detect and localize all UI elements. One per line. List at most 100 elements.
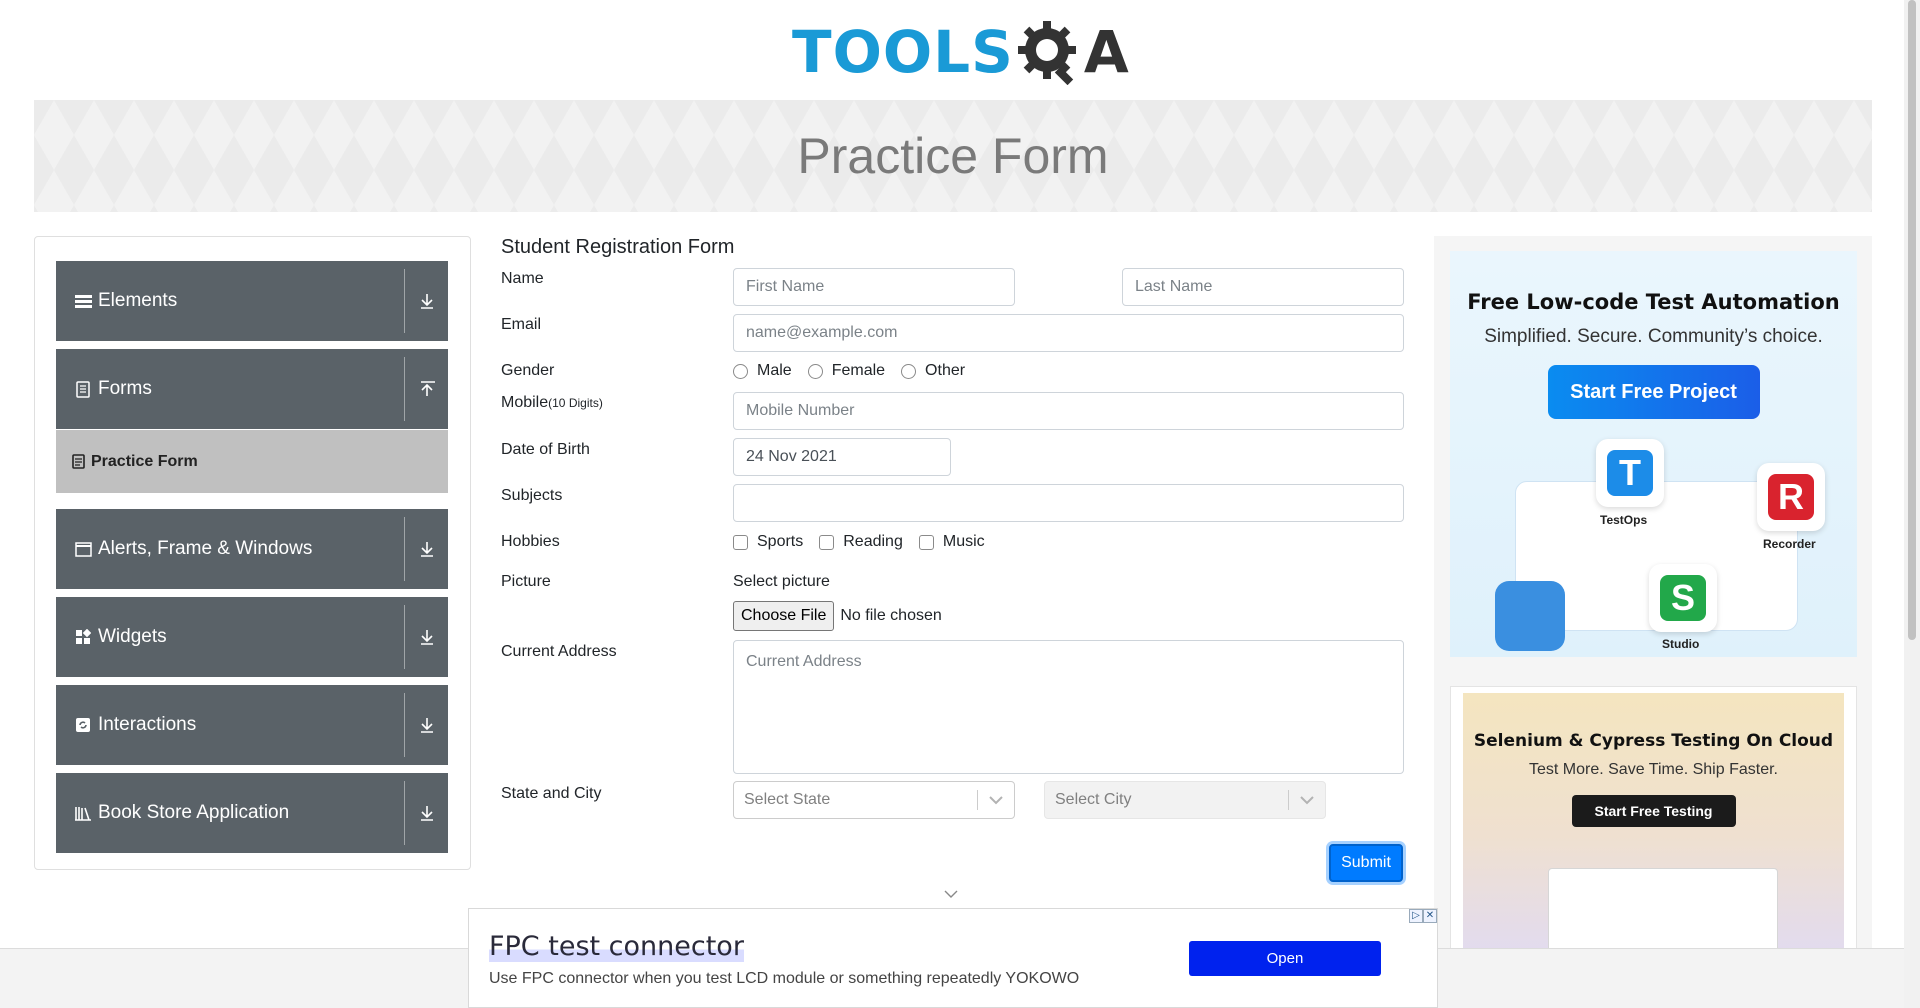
- checkbox[interactable]: [819, 534, 835, 550]
- recorder-logo-icon: R: [1757, 463, 1825, 531]
- radio-label: Other: [925, 362, 966, 379]
- collapse-arrow-icon[interactable]: [405, 380, 448, 398]
- gender-female-radio[interactable]: Female: [807, 362, 885, 380]
- divider: [404, 517, 405, 581]
- name-label: Name: [501, 270, 544, 287]
- chevron-down-icon[interactable]: [944, 890, 958, 899]
- toolsqa-logo[interactable]: TOOLS A: [792, 14, 1130, 90]
- divider: [404, 605, 405, 669]
- mobile-label-text: Mobile: [501, 394, 549, 411]
- choose-file-button[interactable]: Choose File: [733, 601, 835, 631]
- testops-logo-icon: T: [1596, 439, 1664, 507]
- address-label: Current Address: [501, 643, 617, 660]
- hobbies-checkbox-group: Sports Reading Music: [733, 533, 1001, 551]
- last-name-input[interactable]: [1122, 268, 1404, 306]
- checkbox[interactable]: [733, 534, 748, 550]
- state-select-placeholder: Select State: [744, 791, 831, 808]
- sidebar-group-widgets[interactable]: Widgets: [56, 597, 448, 677]
- sidebar-item-practice-form[interactable]: Practice Form: [56, 430, 448, 493]
- bottom-banner-ad[interactable]: FPC test connector Use FPC connector whe…: [468, 908, 1438, 1008]
- scrollbar-thumb[interactable]: [1908, 0, 1916, 640]
- studio-logo-icon: S: [1649, 564, 1717, 632]
- email-label: Email: [501, 316, 542, 333]
- dashboard-illustration: [1548, 868, 1778, 958]
- ad-choices[interactable]: ▷ ✕: [1409, 909, 1437, 923]
- widgets-icon: [74, 628, 92, 646]
- gender-radio-group: Male Female Other: [733, 362, 981, 380]
- checkbox[interactable]: [918, 534, 934, 550]
- divider: [404, 357, 405, 421]
- vertical-scrollbar[interactable]: [1904, 0, 1920, 1008]
- select-picture-label: Select picture: [733, 573, 830, 590]
- radio-label: Male: [757, 362, 792, 379]
- sidebar-group-book-store[interactable]: Book Store Application: [56, 773, 448, 853]
- close-icon[interactable]: ✕: [1423, 909, 1437, 923]
- ad-title: FPC test connector: [489, 931, 744, 962]
- hobby-sports-checkbox[interactable]: Sports: [733, 533, 803, 551]
- hobby-music-checkbox[interactable]: Music: [918, 533, 985, 551]
- lambdatest-ad[interactable]: Selenium & Cypress Testing On Cloud Test…: [1463, 693, 1844, 958]
- sidebar-group-label: Forms: [98, 378, 152, 399]
- sidebar-group-interactions[interactable]: Interactions: [56, 685, 448, 765]
- ad-open-button[interactable]: Open: [1189, 941, 1381, 976]
- expand-arrow-icon[interactable]: [405, 628, 448, 646]
- list-icon: [74, 292, 92, 310]
- expand-arrow-icon[interactable]: [405, 292, 448, 310]
- file-upload: Choose File No file chosen: [733, 601, 942, 631]
- radio-button[interactable]: [807, 363, 823, 379]
- ad-info-icon[interactable]: ▷: [1409, 909, 1423, 923]
- email-input[interactable]: [733, 314, 1404, 352]
- radio-button[interactable]: [901, 363, 917, 379]
- first-name-input[interactable]: [733, 268, 1015, 306]
- radio-button[interactable]: [733, 363, 748, 379]
- submit-button[interactable]: Submit: [1329, 844, 1403, 882]
- hobby-reading-checkbox[interactable]: Reading: [819, 533, 903, 551]
- books-icon: [74, 804, 92, 822]
- date-of-birth-input[interactable]: [733, 438, 951, 476]
- robot-illustration: [1495, 581, 1565, 651]
- gender-label: Gender: [501, 362, 555, 379]
- state-city-label: State and City: [501, 785, 602, 802]
- sidebar-group-elements[interactable]: Elements: [56, 261, 448, 341]
- sidebar-group-label: Book Store Application: [98, 802, 290, 823]
- sidebar-item-label: Practice Form: [91, 452, 198, 470]
- form-icon: [72, 454, 85, 469]
- mobile-input[interactable]: [733, 392, 1404, 430]
- expand-arrow-icon[interactable]: [405, 540, 448, 558]
- sidebar-group-alerts[interactable]: Alerts, Frame & Windows: [56, 509, 448, 589]
- gender-other-radio[interactable]: Other: [901, 362, 965, 380]
- start-free-testing-button[interactable]: Start Free Testing: [1571, 795, 1736, 827]
- chevron-down-icon[interactable]: [978, 795, 1014, 805]
- product-label: Studio: [1662, 637, 1700, 651]
- current-address-input[interactable]: [733, 640, 1404, 774]
- checkbox-label: Reading: [843, 533, 903, 550]
- subjects-input[interactable]: [733, 484, 1404, 522]
- sidebar-group-forms[interactable]: Forms: [56, 349, 448, 429]
- city-select[interactable]: Select City: [1044, 781, 1326, 819]
- sidebar-group-label: Elements: [98, 290, 178, 311]
- form-title: Student Registration Form: [501, 236, 735, 258]
- divider: [404, 693, 405, 757]
- gender-male-radio[interactable]: Male: [733, 362, 792, 380]
- product-label: Recorder: [1763, 537, 1816, 551]
- katalon-ad[interactable]: Free Low-code Test Automation Simplified…: [1450, 251, 1857, 657]
- expand-arrow-icon[interactable]: [405, 804, 448, 822]
- dob-label: Date of Birth: [501, 441, 590, 458]
- page-title: Practice Form: [797, 128, 1109, 184]
- ad-subheadline: Simplified. Secure. Community’s choice.: [1484, 326, 1823, 347]
- ad-description: Use FPC connector when you test LCD modu…: [489, 970, 1080, 987]
- window-icon: [74, 540, 92, 558]
- start-free-project-button[interactable]: Start Free Project: [1547, 365, 1760, 419]
- sidebar-group-label: Alerts, Frame & Windows: [98, 538, 313, 559]
- checkbox-label: Music: [942, 533, 985, 550]
- chevron-down-icon[interactable]: [1289, 795, 1325, 805]
- sidebar-group-label: Widgets: [98, 626, 167, 647]
- file-status: No file chosen: [840, 607, 942, 624]
- ad-subheadline: Test More. Save Time. Ship Faster.: [1529, 761, 1778, 778]
- state-select[interactable]: Select State: [733, 781, 1015, 819]
- expand-arrow-icon[interactable]: [405, 716, 448, 734]
- logo-text-tools: TOOLS: [792, 18, 1014, 86]
- picture-label: Picture: [501, 573, 551, 590]
- gear-q-icon: [1017, 21, 1076, 85]
- subjects-label: Subjects: [501, 487, 563, 504]
